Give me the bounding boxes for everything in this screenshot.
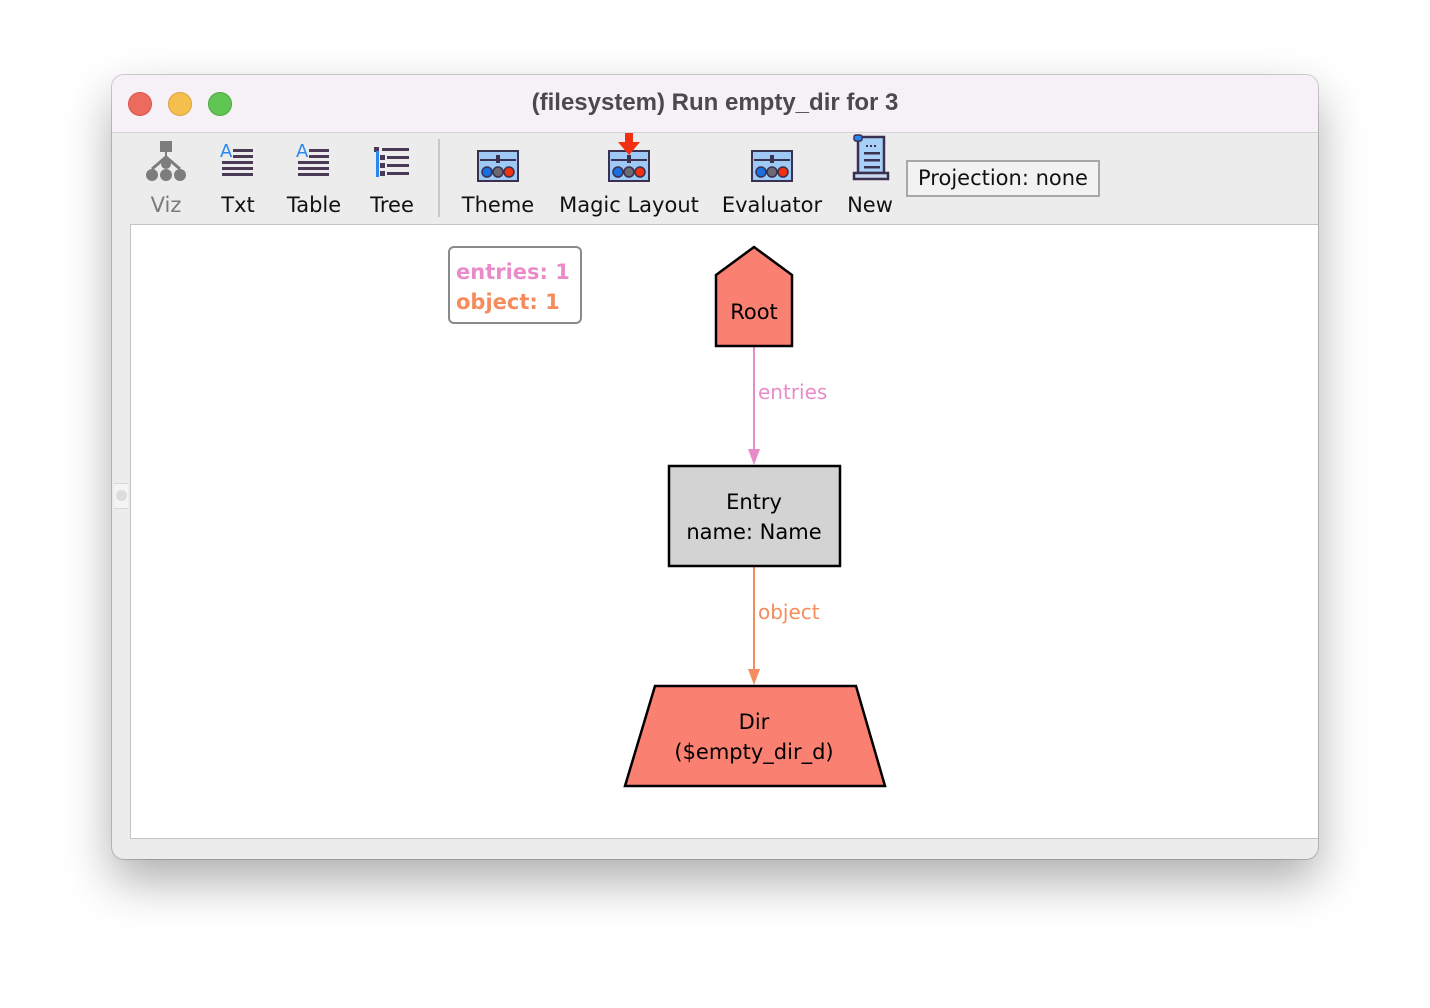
edge-object-arrowhead (748, 669, 760, 685)
app-window: (filesystem) Run empty_dir for 3 Viz A T… (112, 75, 1318, 859)
node-entry-label-field: name: Name (686, 520, 821, 544)
edge-entries[interactable]: entries (748, 347, 827, 465)
edge-object[interactable]: object (748, 567, 820, 685)
projection-button[interactable]: Projection: none (906, 160, 1100, 197)
text-icon: A (218, 133, 258, 183)
svg-text:A: A (220, 141, 233, 162)
split-handle-grip-icon (116, 490, 127, 501)
new-scroll-icon (848, 133, 892, 183)
theme-button[interactable]: Theme (460, 133, 536, 223)
viz-label: Viz (150, 193, 182, 217)
node-root[interactable]: Root (714, 245, 794, 348)
node-root-shape (714, 245, 794, 348)
node-entry-shape (667, 464, 842, 568)
evaluator-icon (750, 133, 794, 183)
node-dir[interactable]: Dir ($empty_dir_d) (623, 684, 887, 788)
node-dir-label-atom: ($empty_dir_d) (674, 740, 833, 765)
toolbar: Viz A Txt A Table Tree Theme Magic Layou… (112, 133, 1318, 225)
evaluator-button[interactable]: Evaluator (720, 133, 824, 223)
graph-canvas[interactable]: entries: 1 object: 1 entries object Root… (130, 224, 1318, 839)
table-label: Table (286, 193, 342, 217)
theme-label: Theme (461, 193, 535, 217)
new-label: New (847, 193, 893, 217)
edge-entries-arrowhead (748, 449, 760, 465)
magic-layout-button[interactable]: Magic Layout (556, 133, 702, 223)
table-icon: A (294, 133, 334, 183)
edge-label-object: object (758, 600, 820, 624)
viz-button[interactable]: Viz (142, 133, 190, 223)
edge-label-entries: entries (758, 380, 827, 404)
graph-diagram: entries object Root Entry name: Name Dir… (623, 245, 887, 788)
node-root-label: Root (730, 300, 778, 324)
tree-icon (372, 133, 412, 183)
evaluator-label: Evaluator (721, 193, 823, 217)
txt-button[interactable]: A Txt (214, 133, 262, 223)
toolbar-separator (438, 139, 440, 217)
node-dir-label-type: Dir (739, 710, 770, 734)
split-pane-handle[interactable] (114, 483, 128, 509)
node-dir-shape (623, 684, 887, 788)
txt-label: Txt (221, 193, 255, 217)
table-button[interactable]: A Table (282, 133, 346, 223)
window-title: (filesystem) Run empty_dir for 3 (531, 89, 899, 116)
magic-layout-label: Magic Layout (559, 193, 699, 217)
node-entry[interactable]: Entry name: Name (667, 464, 842, 568)
viz-graph-icon (144, 133, 188, 183)
theme-icon (476, 133, 520, 183)
tree-button[interactable]: Tree (364, 133, 420, 223)
svg-text:A: A (296, 141, 309, 162)
node-entry-label-type: Entry (726, 490, 782, 514)
title-bar[interactable]: (filesystem) Run empty_dir for 3 (112, 75, 1318, 133)
magic-layout-icon (607, 133, 651, 183)
tree-label: Tree (370, 193, 414, 217)
new-button[interactable]: New (842, 133, 898, 223)
